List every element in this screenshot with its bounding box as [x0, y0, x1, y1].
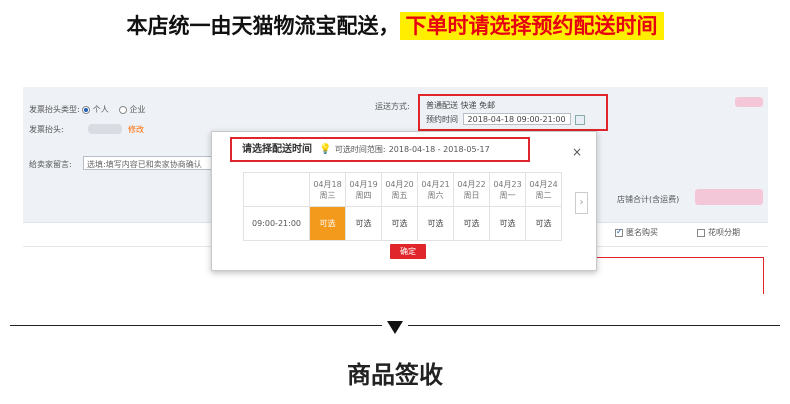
- day-weekday: 周二: [535, 190, 552, 200]
- anonymous-option[interactable]: 匿名购买: [615, 227, 658, 238]
- message-label: 给卖家留言:: [29, 160, 72, 169]
- huabei-option[interactable]: 花呗分期: [697, 227, 740, 238]
- day-weekday: 周五: [391, 190, 408, 200]
- slot-cell[interactable]: 可选: [489, 206, 526, 241]
- time-slot-label: 09:00-21:00: [243, 206, 310, 241]
- day-weekday: 周六: [427, 190, 444, 200]
- modify-link[interactable]: 修改: [128, 124, 144, 135]
- decor-red-line: [593, 257, 764, 258]
- appoint-time-field[interactable]: 2018-04-18 09:00-21:00: [462, 113, 571, 125]
- day-header: 04月22 周日: [453, 172, 490, 207]
- calendar-corner: [243, 172, 310, 207]
- invoice-type-row: 发票抬头类型: 个人 企业: [29, 104, 146, 115]
- invoice-type-label: 发票抬头类型:: [29, 105, 80, 114]
- shipping-method: 普通配送 快递 免邮: [426, 101, 496, 110]
- day-header: 04月24 周二: [525, 172, 562, 207]
- day-header: 04月19 周四: [345, 172, 382, 207]
- huabei-label: 花呗分期: [708, 228, 740, 237]
- popup-title-frame: 请选择配送时间 💡 可选时间范围: 2018-04-18 - 2018-05-1…: [230, 137, 530, 162]
- slot-cell[interactable]: 可选: [381, 206, 418, 241]
- invoice-company-label: 企业: [129, 105, 146, 114]
- shipping-info: 普通配送 快递 免邮 预约时间 2018-04-18 09:00-21:00: [426, 99, 586, 127]
- anonymous-checkbox[interactable]: [615, 227, 623, 237]
- message-placeholder: 选填:填写内容已和卖家协商确认: [87, 160, 202, 169]
- appoint-label: 预约时间: [426, 115, 458, 124]
- price-redacted: [735, 97, 763, 107]
- headline-main: 本店统一由天猫物流宝配送，: [126, 14, 400, 38]
- day-weekday: 周四: [355, 190, 372, 200]
- day-date: 04月23: [493, 179, 522, 189]
- section-divider-left: [10, 325, 382, 326]
- confirm-button[interactable]: 确定: [390, 244, 426, 259]
- day-header: 04月18 周三: [309, 172, 346, 207]
- day-date: 04月19: [349, 179, 378, 189]
- day-date: 04月24: [529, 179, 558, 189]
- delivery-time-popup: 请选择配送时间 💡 可选时间范围: 2018-04-18 - 2018-05-1…: [211, 131, 597, 271]
- day-header: 04月20 周五: [381, 172, 418, 207]
- delivery-calendar: 04月18 周三 04月19 周四 04月20 周五 04月21 周六 04月22 周日 04月23…: [243, 172, 562, 241]
- shop-total-redacted: [695, 189, 763, 205]
- shipping-label: 运送方式:: [375, 102, 410, 111]
- day-weekday: 周三: [319, 190, 336, 200]
- section-title: 商品签收: [347, 361, 443, 389]
- day-header: 04月21 周六: [417, 172, 454, 207]
- popup-title: 请选择配送时间: [242, 144, 312, 155]
- invoice-title-redacted: [88, 124, 122, 134]
- calendar-header-row: 04月18 周三 04月19 周四 04月20 周五 04月21 周六 04月22 周日 04月23…: [243, 172, 562, 207]
- decor-red-line: [763, 257, 764, 294]
- day-header: 04月23 周一: [489, 172, 526, 207]
- section-divider-right: [408, 325, 780, 326]
- day-date: 04月18: [313, 179, 342, 189]
- slot-cell[interactable]: 可选: [345, 206, 382, 241]
- calendar-slot-row: 09:00-21:00 可选 可选 可选 可选 可选 可选 可选: [243, 206, 562, 241]
- slot-cell[interactable]: 可选: [525, 206, 562, 241]
- radio-personal[interactable]: [82, 105, 91, 114]
- huabei-checkbox[interactable]: [697, 228, 705, 237]
- radio-company[interactable]: [118, 105, 127, 114]
- headline-highlight: 下单时请选择预约配送时间: [399, 12, 664, 40]
- headline: 本店统一由天猫物流宝配送， 下单时请选择预约配送时间: [0, 10, 790, 40]
- range-label: 可选时间范围:: [334, 145, 386, 154]
- anonymous-label: 匿名购买: [626, 228, 658, 237]
- invoice-title-label: 发票抬头:: [29, 125, 64, 134]
- appoint-row: 预约时间 2018-04-18 09:00-21:00: [426, 113, 586, 127]
- day-weekday: 周日: [463, 190, 480, 200]
- slot-cell[interactable]: 可选: [309, 206, 346, 241]
- slot-cell[interactable]: 可选: [417, 206, 454, 241]
- close-icon[interactable]: ×: [572, 145, 582, 159]
- day-date: 04月21: [421, 179, 450, 189]
- invoice-title-row: 发票抬头:: [29, 124, 64, 135]
- slot-cell[interactable]: 可选: [453, 206, 490, 241]
- next-week-button[interactable]: ›: [575, 192, 588, 214]
- shop-total-label: 店铺合计(含运费): [617, 195, 680, 204]
- day-date: 04月20: [385, 179, 414, 189]
- day-date: 04月22: [457, 179, 486, 189]
- range-value: 2018-04-18 - 2018-05-17: [388, 145, 490, 154]
- down-triangle-icon: [387, 321, 403, 334]
- calendar-icon[interactable]: [575, 114, 586, 125]
- lightbulb-icon: 💡: [319, 144, 332, 155]
- day-weekday: 周一: [499, 190, 516, 200]
- invoice-personal-label: 个人: [92, 105, 109, 114]
